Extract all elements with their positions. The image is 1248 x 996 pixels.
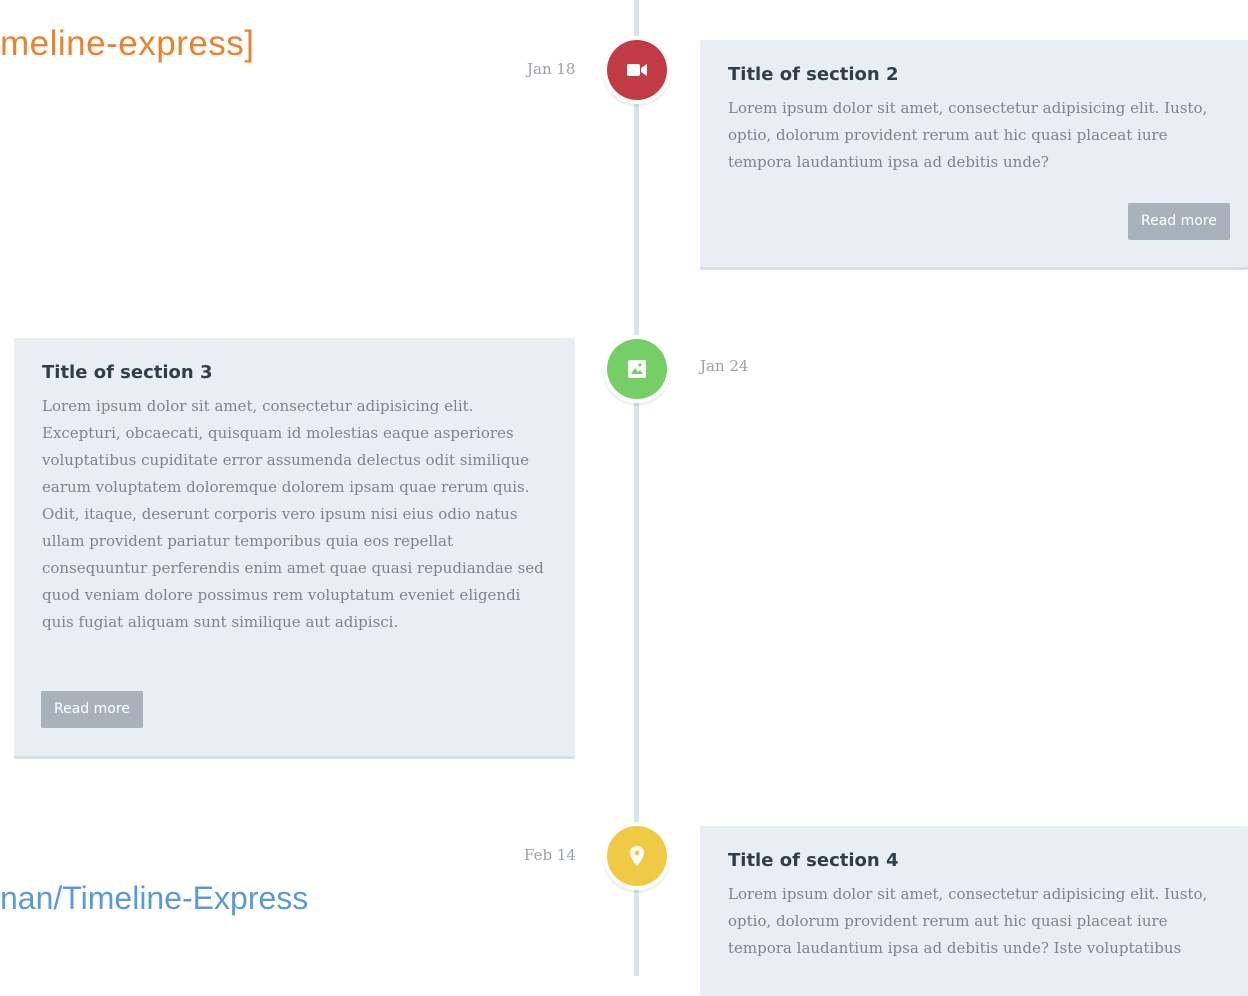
timeline-card: Title of section 3 Lorem ipsum dolor sit… — [14, 338, 575, 756]
card-title: Title of section 4 — [728, 850, 899, 871]
card-text: Lorem ipsum dolor sit amet, consectetur … — [728, 885, 1208, 957]
event-date: Feb 14 — [524, 846, 576, 864]
timeline-node — [607, 40, 667, 100]
video-camera-icon — [626, 62, 648, 78]
card-text: Lorem ipsum dolor sit amet, consectetur … — [728, 99, 1208, 171]
image-icon — [628, 360, 646, 378]
repository-link[interactable]: nan/Timeline-Express — [0, 880, 308, 917]
event-date: Jan 18 — [527, 60, 576, 78]
read-more-button[interactable]: Read more — [1128, 203, 1230, 240]
card-title: Title of section 3 — [42, 362, 213, 383]
location-pin-icon — [630, 846, 644, 866]
shortcode-text: meline-express] — [0, 24, 255, 63]
read-more-button[interactable]: Read more — [41, 691, 143, 728]
card-title: Title of section 2 — [728, 64, 899, 85]
timeline-card: Title of section 4 Lorem ipsum dolor sit… — [700, 826, 1248, 996]
timeline-card: Title of section 2 Lorem ipsum dolor sit… — [700, 40, 1248, 267]
card-text: Lorem ipsum dolor sit amet, consectetur … — [42, 397, 544, 631]
event-date: Jan 24 — [700, 357, 749, 375]
timeline-node — [607, 826, 667, 886]
timeline-node — [607, 339, 667, 399]
